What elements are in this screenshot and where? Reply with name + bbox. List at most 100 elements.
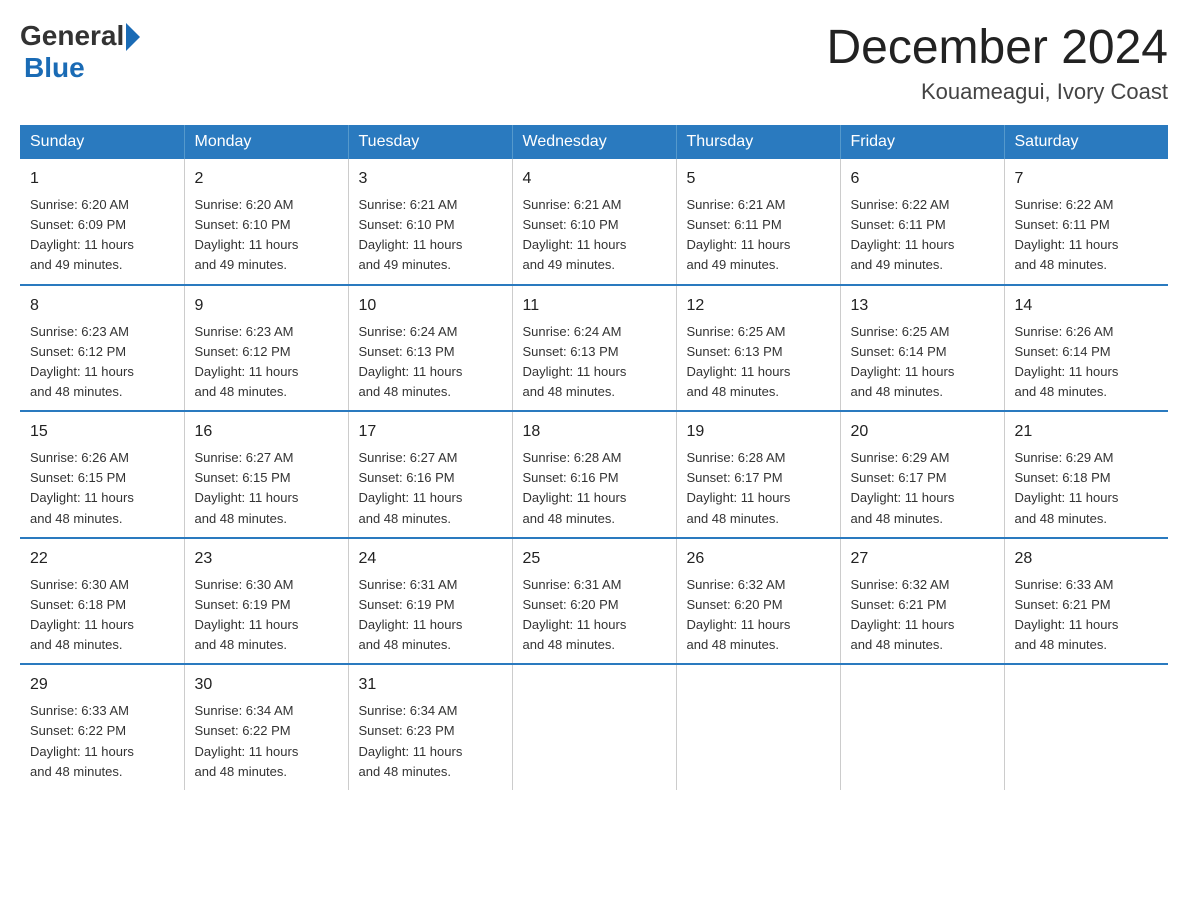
day-number: 15: [30, 420, 174, 444]
calendar-cell: 19 Sunrise: 6:28 AM Sunset: 6:17 PM Dayl…: [676, 411, 840, 538]
day-info: Sunrise: 6:33 AM Sunset: 6:22 PM Dayligh…: [30, 701, 174, 782]
day-number: 16: [195, 420, 338, 444]
calendar-cell: 13 Sunrise: 6:25 AM Sunset: 6:14 PM Dayl…: [840, 285, 1004, 412]
day-number: 11: [523, 294, 666, 318]
calendar-cell: 26 Sunrise: 6:32 AM Sunset: 6:20 PM Dayl…: [676, 538, 840, 665]
day-info: Sunrise: 6:21 AM Sunset: 6:10 PM Dayligh…: [523, 195, 666, 276]
day-number: 18: [523, 420, 666, 444]
calendar-cell: 4 Sunrise: 6:21 AM Sunset: 6:10 PM Dayli…: [512, 159, 676, 285]
day-number: 30: [195, 673, 338, 697]
calendar-cell: 7 Sunrise: 6:22 AM Sunset: 6:11 PM Dayli…: [1004, 159, 1168, 285]
day-info: Sunrise: 6:34 AM Sunset: 6:23 PM Dayligh…: [359, 701, 502, 782]
day-info: Sunrise: 6:28 AM Sunset: 6:16 PM Dayligh…: [523, 448, 666, 529]
day-info: Sunrise: 6:28 AM Sunset: 6:17 PM Dayligh…: [687, 448, 830, 529]
day-info: Sunrise: 6:25 AM Sunset: 6:14 PM Dayligh…: [851, 322, 994, 403]
calendar-cell: [840, 664, 1004, 790]
day-number: 28: [1015, 547, 1159, 571]
day-info: Sunrise: 6:21 AM Sunset: 6:11 PM Dayligh…: [687, 195, 830, 276]
calendar-cell: 15 Sunrise: 6:26 AM Sunset: 6:15 PM Dayl…: [20, 411, 184, 538]
day-info: Sunrise: 6:32 AM Sunset: 6:21 PM Dayligh…: [851, 575, 994, 656]
day-number: 13: [851, 294, 994, 318]
day-number: 14: [1015, 294, 1159, 318]
calendar-cell: [1004, 664, 1168, 790]
calendar-cell: 22 Sunrise: 6:30 AM Sunset: 6:18 PM Dayl…: [20, 538, 184, 665]
day-info: Sunrise: 6:29 AM Sunset: 6:18 PM Dayligh…: [1015, 448, 1159, 529]
day-info: Sunrise: 6:31 AM Sunset: 6:20 PM Dayligh…: [523, 575, 666, 656]
calendar-cell: 20 Sunrise: 6:29 AM Sunset: 6:17 PM Dayl…: [840, 411, 1004, 538]
day-info: Sunrise: 6:21 AM Sunset: 6:10 PM Dayligh…: [359, 195, 502, 276]
calendar-cell: 18 Sunrise: 6:28 AM Sunset: 6:16 PM Dayl…: [512, 411, 676, 538]
location-title: Kouameagui, Ivory Coast: [826, 79, 1168, 105]
day-number: 17: [359, 420, 502, 444]
calendar-week-4: 22 Sunrise: 6:30 AM Sunset: 6:18 PM Dayl…: [20, 538, 1168, 665]
day-info: Sunrise: 6:20 AM Sunset: 6:09 PM Dayligh…: [30, 195, 174, 276]
header-sunday: Sunday: [20, 125, 184, 159]
calendar-cell: 14 Sunrise: 6:26 AM Sunset: 6:14 PM Dayl…: [1004, 285, 1168, 412]
day-number: 8: [30, 294, 174, 318]
logo-general-text: General: [20, 20, 124, 52]
calendar-body: 1 Sunrise: 6:20 AM Sunset: 6:09 PM Dayli…: [20, 159, 1168, 790]
calendar-cell: 9 Sunrise: 6:23 AM Sunset: 6:12 PM Dayli…: [184, 285, 348, 412]
day-info: Sunrise: 6:30 AM Sunset: 6:18 PM Dayligh…: [30, 575, 174, 656]
day-info: Sunrise: 6:30 AM Sunset: 6:19 PM Dayligh…: [195, 575, 338, 656]
day-number: 2: [195, 167, 338, 191]
calendar-week-2: 8 Sunrise: 6:23 AM Sunset: 6:12 PM Dayli…: [20, 285, 1168, 412]
header-saturday: Saturday: [1004, 125, 1168, 159]
day-info: Sunrise: 6:22 AM Sunset: 6:11 PM Dayligh…: [1015, 195, 1159, 276]
header-tuesday: Tuesday: [348, 125, 512, 159]
calendar-cell: 25 Sunrise: 6:31 AM Sunset: 6:20 PM Dayl…: [512, 538, 676, 665]
day-number: 27: [851, 547, 994, 571]
calendar-table: SundayMondayTuesdayWednesdayThursdayFrid…: [20, 125, 1168, 790]
calendar-cell: 3 Sunrise: 6:21 AM Sunset: 6:10 PM Dayli…: [348, 159, 512, 285]
day-number: 7: [1015, 167, 1159, 191]
day-info: Sunrise: 6:25 AM Sunset: 6:13 PM Dayligh…: [687, 322, 830, 403]
day-number: 21: [1015, 420, 1159, 444]
day-info: Sunrise: 6:23 AM Sunset: 6:12 PM Dayligh…: [195, 322, 338, 403]
day-number: 1: [30, 167, 174, 191]
day-info: Sunrise: 6:26 AM Sunset: 6:14 PM Dayligh…: [1015, 322, 1159, 403]
calendar-cell: 27 Sunrise: 6:32 AM Sunset: 6:21 PM Dayl…: [840, 538, 1004, 665]
calendar-cell: 30 Sunrise: 6:34 AM Sunset: 6:22 PM Dayl…: [184, 664, 348, 790]
day-info: Sunrise: 6:23 AM Sunset: 6:12 PM Dayligh…: [30, 322, 174, 403]
calendar-cell: 21 Sunrise: 6:29 AM Sunset: 6:18 PM Dayl…: [1004, 411, 1168, 538]
calendar-cell: 24 Sunrise: 6:31 AM Sunset: 6:19 PM Dayl…: [348, 538, 512, 665]
day-number: 20: [851, 420, 994, 444]
header-friday: Friday: [840, 125, 1004, 159]
page-header: General Blue December 2024 Kouameagui, I…: [20, 20, 1168, 105]
logo-blue-text: Blue: [24, 52, 140, 84]
day-info: Sunrise: 6:31 AM Sunset: 6:19 PM Dayligh…: [359, 575, 502, 656]
day-info: Sunrise: 6:33 AM Sunset: 6:21 PM Dayligh…: [1015, 575, 1159, 656]
day-info: Sunrise: 6:32 AM Sunset: 6:20 PM Dayligh…: [687, 575, 830, 656]
day-info: Sunrise: 6:24 AM Sunset: 6:13 PM Dayligh…: [359, 322, 502, 403]
calendar-cell: 2 Sunrise: 6:20 AM Sunset: 6:10 PM Dayli…: [184, 159, 348, 285]
calendar-cell: 31 Sunrise: 6:34 AM Sunset: 6:23 PM Dayl…: [348, 664, 512, 790]
day-number: 24: [359, 547, 502, 571]
day-info: Sunrise: 6:34 AM Sunset: 6:22 PM Dayligh…: [195, 701, 338, 782]
day-number: 9: [195, 294, 338, 318]
header-thursday: Thursday: [676, 125, 840, 159]
day-number: 12: [687, 294, 830, 318]
day-number: 26: [687, 547, 830, 571]
calendar-header: SundayMondayTuesdayWednesdayThursdayFrid…: [20, 125, 1168, 159]
calendar-week-1: 1 Sunrise: 6:20 AM Sunset: 6:09 PM Dayli…: [20, 159, 1168, 285]
calendar-cell: 29 Sunrise: 6:33 AM Sunset: 6:22 PM Dayl…: [20, 664, 184, 790]
day-info: Sunrise: 6:22 AM Sunset: 6:11 PM Dayligh…: [851, 195, 994, 276]
day-info: Sunrise: 6:27 AM Sunset: 6:16 PM Dayligh…: [359, 448, 502, 529]
calendar-week-5: 29 Sunrise: 6:33 AM Sunset: 6:22 PM Dayl…: [20, 664, 1168, 790]
day-number: 19: [687, 420, 830, 444]
calendar-cell: 6 Sunrise: 6:22 AM Sunset: 6:11 PM Dayli…: [840, 159, 1004, 285]
day-info: Sunrise: 6:20 AM Sunset: 6:10 PM Dayligh…: [195, 195, 338, 276]
day-number: 23: [195, 547, 338, 571]
day-number: 6: [851, 167, 994, 191]
day-number: 3: [359, 167, 502, 191]
header-wednesday: Wednesday: [512, 125, 676, 159]
calendar-week-3: 15 Sunrise: 6:26 AM Sunset: 6:15 PM Dayl…: [20, 411, 1168, 538]
header-monday: Monday: [184, 125, 348, 159]
calendar-cell: 11 Sunrise: 6:24 AM Sunset: 6:13 PM Dayl…: [512, 285, 676, 412]
day-number: 22: [30, 547, 174, 571]
day-number: 4: [523, 167, 666, 191]
day-info: Sunrise: 6:29 AM Sunset: 6:17 PM Dayligh…: [851, 448, 994, 529]
day-number: 10: [359, 294, 502, 318]
calendar-cell: 28 Sunrise: 6:33 AM Sunset: 6:21 PM Dayl…: [1004, 538, 1168, 665]
day-number: 29: [30, 673, 174, 697]
